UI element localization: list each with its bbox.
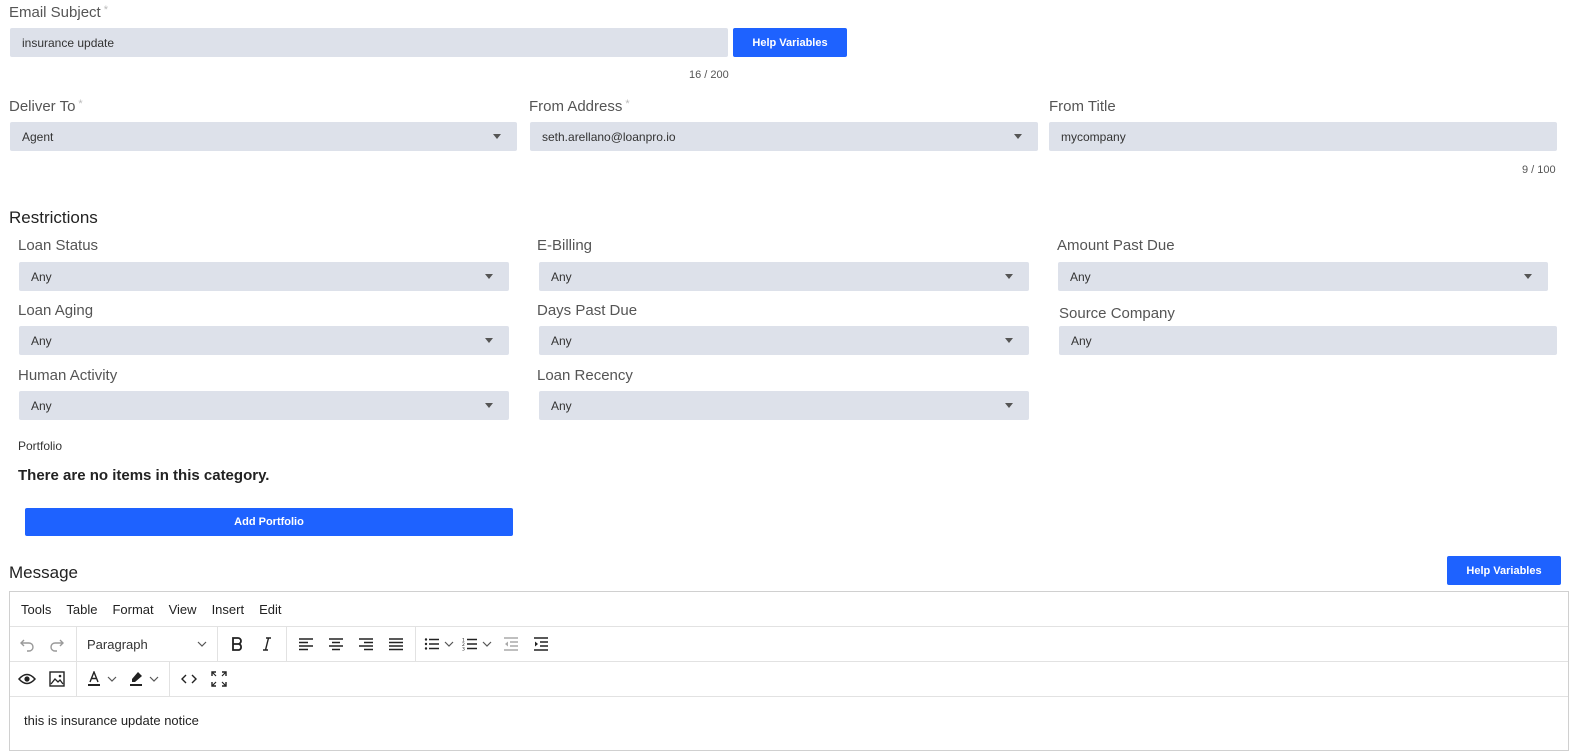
editor-toolbar-row-2 bbox=[10, 662, 1568, 697]
menu-format[interactable]: Format bbox=[112, 602, 153, 617]
human-activity-select[interactable]: Any bbox=[19, 391, 509, 420]
deliver-to-select[interactable]: Agent bbox=[10, 122, 517, 151]
loan-recency-label: Loan Recency bbox=[537, 367, 633, 384]
menu-tools[interactable]: Tools bbox=[21, 602, 51, 617]
chevron-down-icon bbox=[493, 134, 501, 139]
bold-icon[interactable] bbox=[222, 630, 252, 658]
svg-text:3: 3 bbox=[462, 647, 465, 652]
editor-menubar: Tools Table Format View Insert Edit bbox=[10, 592, 1568, 627]
chevron-down-icon bbox=[485, 338, 493, 343]
loan-aging-label: Loan Aging bbox=[18, 302, 94, 319]
from-title-input[interactable]: mycompany bbox=[1049, 122, 1557, 151]
loan-aging-select[interactable]: Any bbox=[19, 326, 509, 355]
undo-icon[interactable] bbox=[12, 630, 42, 658]
amount-past-due-select[interactable]: Any bbox=[1058, 262, 1548, 291]
amount-past-due-label: Amount Past Due bbox=[1057, 237, 1175, 254]
days-past-due-label: Days Past Due bbox=[537, 302, 638, 319]
align-center-icon[interactable] bbox=[321, 630, 351, 658]
message-help-variables-button[interactable]: Help Variables bbox=[1447, 556, 1561, 585]
chevron-down-icon[interactable] bbox=[444, 639, 458, 649]
chevron-down-icon[interactable] bbox=[149, 674, 165, 684]
chevron-down-icon bbox=[1524, 274, 1532, 279]
e-billing-select[interactable]: Any bbox=[539, 262, 1029, 291]
source-code-icon[interactable] bbox=[174, 665, 204, 693]
email-subject-label: Email Subject * bbox=[9, 4, 108, 21]
editor-toolbar-row-1: Paragraph 1 2 3 bbox=[10, 627, 1568, 662]
from-address-label: From Address * bbox=[529, 98, 630, 115]
email-subject-input[interactable]: insurance update bbox=[10, 28, 728, 57]
block-format-select[interactable]: Paragraph bbox=[77, 627, 218, 661]
chevron-down-icon bbox=[1014, 134, 1022, 139]
human-activity-label: Human Activity bbox=[18, 367, 118, 384]
menu-edit[interactable]: Edit bbox=[259, 602, 281, 617]
chevron-down-icon bbox=[1005, 338, 1013, 343]
image-icon[interactable] bbox=[42, 665, 72, 693]
align-justify-icon[interactable] bbox=[381, 630, 411, 658]
chevron-down-icon[interactable] bbox=[482, 639, 496, 649]
loan-status-label: Loan Status bbox=[18, 237, 99, 254]
text-color-icon[interactable] bbox=[81, 665, 107, 693]
portfolio-empty-text: There are no items in this category. bbox=[18, 467, 270, 484]
restrictions-title: Restrictions bbox=[9, 208, 98, 227]
editor-content[interactable]: this is insurance update notice bbox=[10, 697, 1568, 744]
menu-table[interactable]: Table bbox=[66, 602, 97, 617]
portfolio-label: Portfolio bbox=[18, 439, 63, 453]
add-portfolio-button[interactable]: Add Portfolio bbox=[25, 508, 513, 536]
from-title-counter: 9 / 100 bbox=[1522, 164, 1556, 176]
outdent-icon[interactable] bbox=[496, 630, 526, 658]
indent-icon[interactable] bbox=[526, 630, 556, 658]
from-address-select[interactable]: seth.arellano@loanpro.io bbox=[530, 122, 1038, 151]
help-variables-button[interactable]: Help Variables bbox=[733, 28, 847, 57]
redo-icon[interactable] bbox=[42, 630, 72, 658]
fullscreen-icon[interactable] bbox=[204, 665, 234, 693]
numbered-list-icon[interactable]: 123 bbox=[458, 630, 482, 658]
loan-status-select[interactable]: Any bbox=[19, 262, 509, 291]
chevron-down-icon bbox=[1005, 403, 1013, 408]
highlight-color-icon[interactable] bbox=[123, 665, 149, 693]
menu-insert[interactable]: Insert bbox=[212, 602, 245, 617]
align-left-icon[interactable] bbox=[291, 630, 321, 658]
source-company-label: Source Company bbox=[1059, 305, 1175, 322]
italic-icon[interactable] bbox=[252, 630, 282, 658]
chevron-down-icon bbox=[485, 274, 493, 279]
chevron-down-icon[interactable] bbox=[107, 674, 123, 684]
preview-eye-icon[interactable] bbox=[12, 665, 42, 693]
rich-text-editor[interactable]: Tools Table Format View Insert Edit Para… bbox=[9, 591, 1569, 751]
email-subject-counter: 16 / 200 bbox=[689, 69, 729, 81]
align-right-icon[interactable] bbox=[351, 630, 381, 658]
chevron-down-icon bbox=[485, 403, 493, 408]
chevron-down-icon bbox=[197, 639, 207, 649]
e-billing-label: E-Billing bbox=[537, 237, 593, 254]
message-body-text: this is insurance update notice bbox=[24, 713, 199, 728]
message-title: Message bbox=[9, 563, 78, 582]
days-past-due-select[interactable]: Any bbox=[539, 326, 1029, 355]
from-title-label: From Title bbox=[1049, 98, 1116, 115]
loan-recency-select[interactable]: Any bbox=[539, 391, 1029, 420]
bullet-list-icon[interactable] bbox=[420, 630, 444, 658]
source-company-input[interactable]: Any bbox=[1059, 326, 1557, 355]
deliver-to-label: Deliver To * bbox=[9, 98, 83, 115]
menu-view[interactable]: View bbox=[169, 602, 197, 617]
chevron-down-icon bbox=[1005, 274, 1013, 279]
